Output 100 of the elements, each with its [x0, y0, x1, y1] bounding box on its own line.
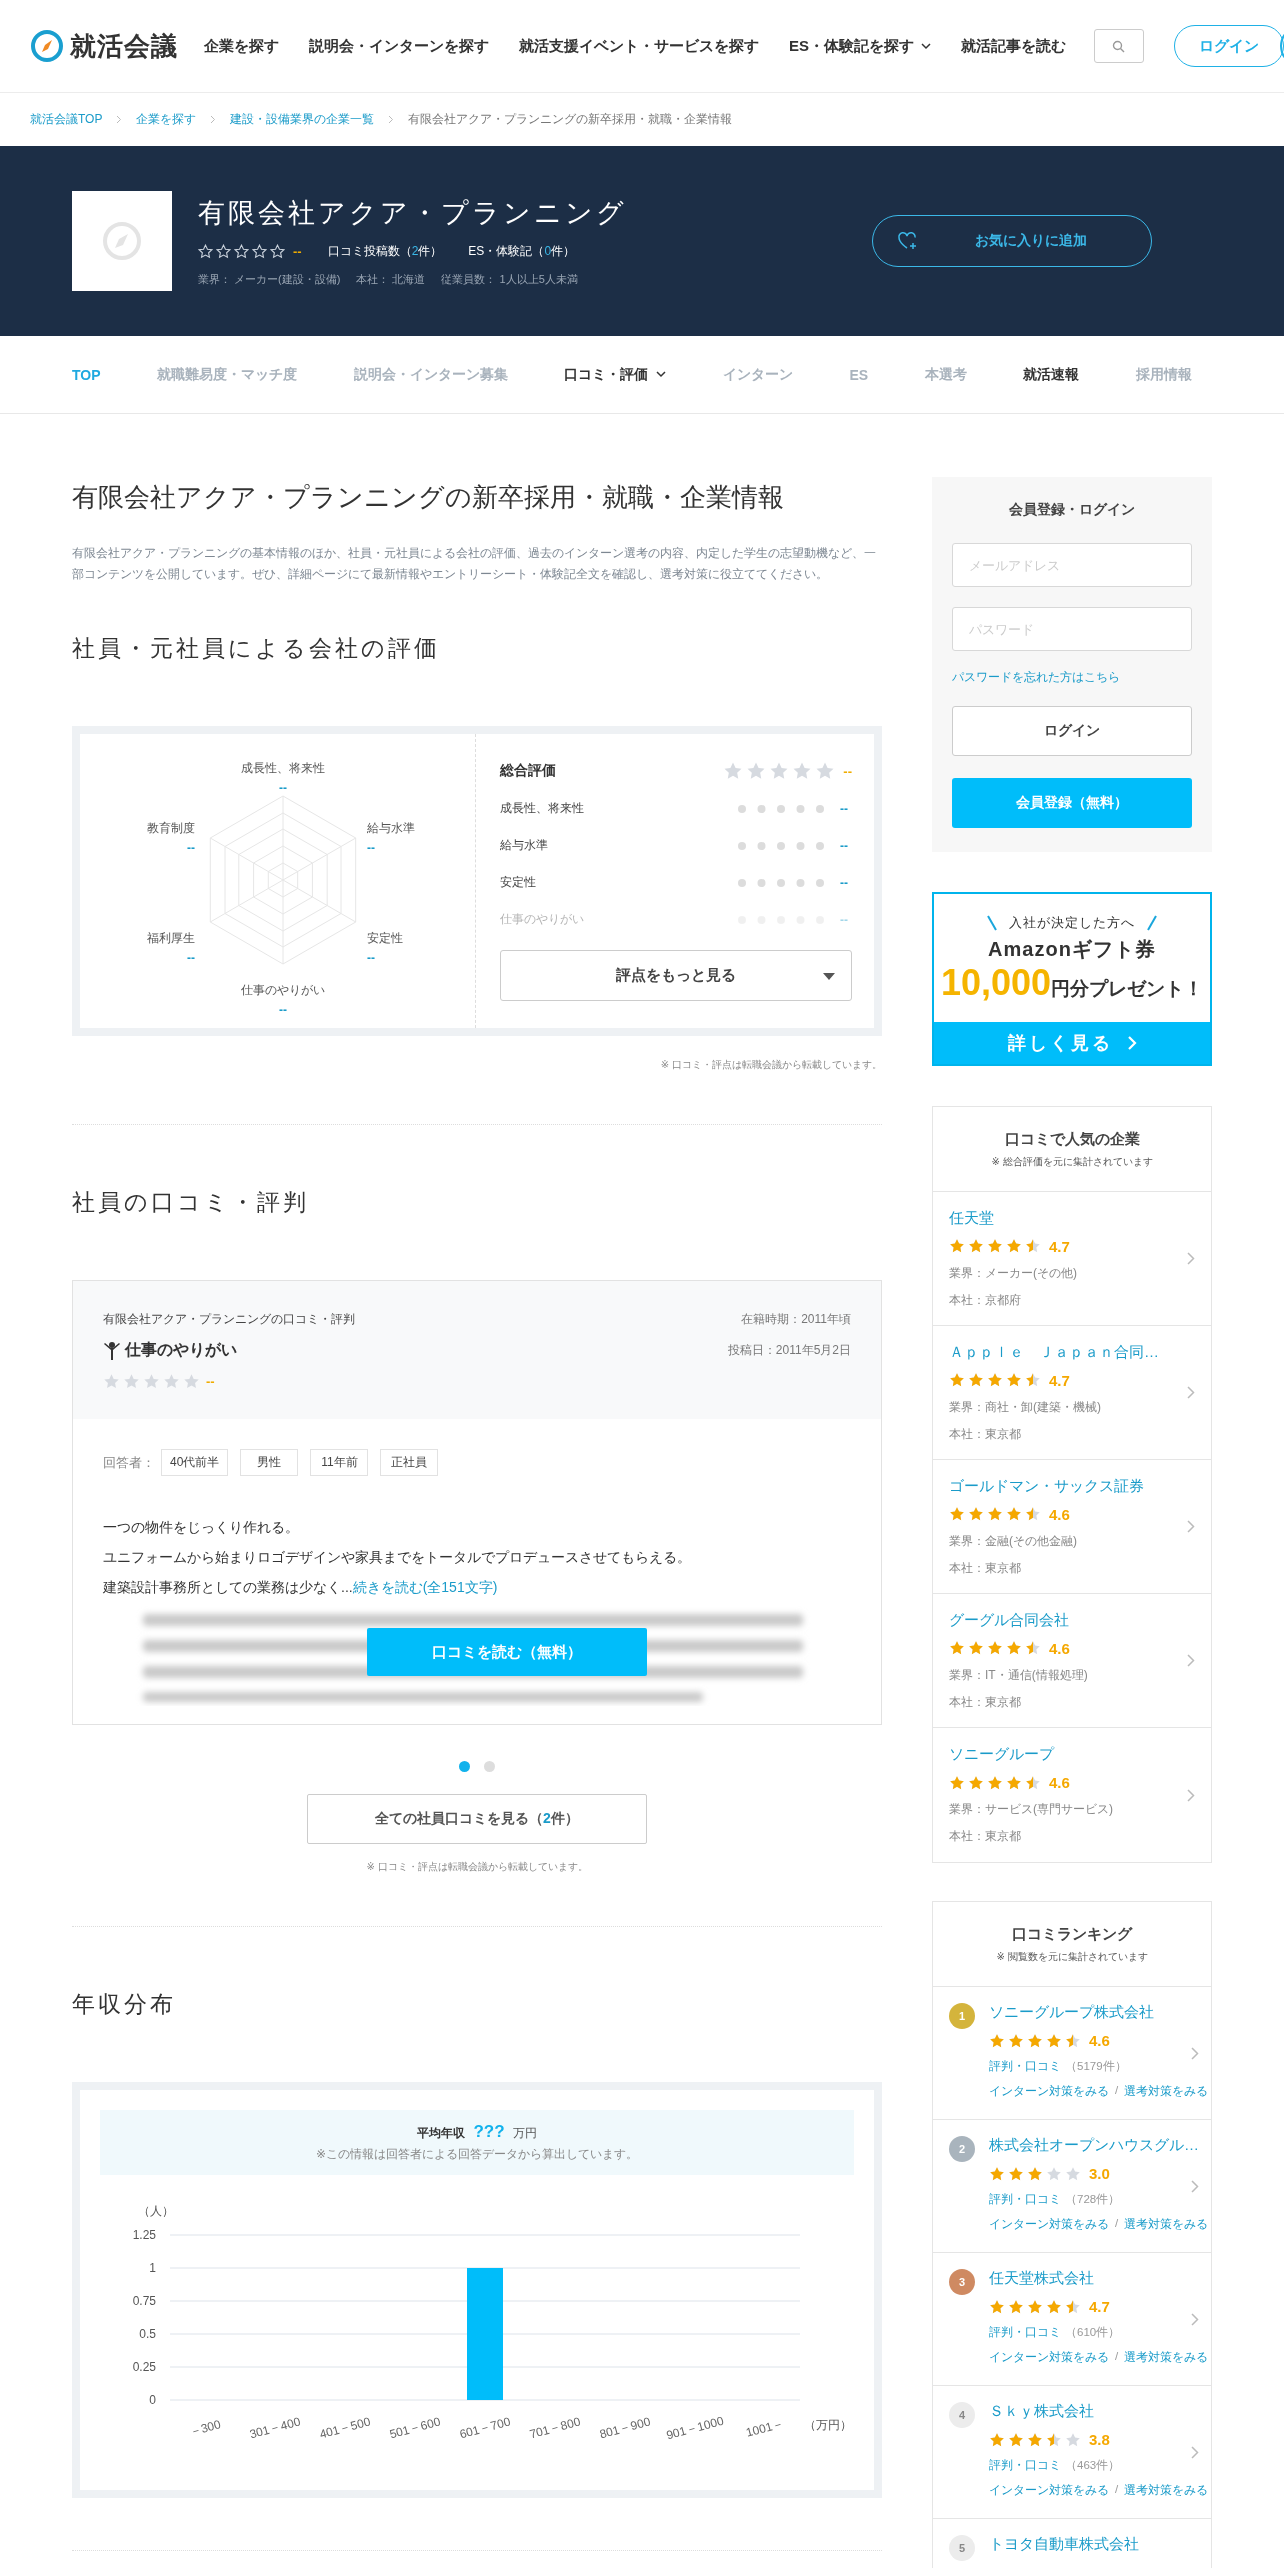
star-icon [989, 2165, 1005, 2182]
intern-link[interactable]: インターン対策をみる [989, 2350, 1109, 2365]
breadcrumb-link[interactable]: 就活会議TOP [30, 111, 103, 128]
chevron-icon [1191, 2180, 1199, 2193]
star-icon [252, 244, 267, 259]
selection-link[interactable]: 選考対策をみる [1124, 2483, 1209, 2498]
review-source: 有限会社アクア・プランニングの口コミ・評判 [103, 1311, 355, 1328]
nav-link[interactable]: 企業を探す [204, 36, 279, 56]
company-link[interactable]: Ｓｋｙ株式会社 [989, 2402, 1209, 2421]
breadcrumb-link[interactable]: 建設・設備業界の企業一覧 [230, 111, 375, 128]
star-icon [989, 2032, 1005, 2049]
company-item[interactable]: 任天堂 4.7 業界：メーカー(その他) 本社：京都府 [933, 1192, 1211, 1326]
promo-cta[interactable]: 詳しく見る [934, 1022, 1210, 1064]
promo-lead: 入社が決定した方へ [1009, 914, 1135, 932]
star-icon [1027, 2032, 1043, 2049]
login-button[interactable]: ログイン [952, 706, 1192, 756]
tab[interactable]: 就活速報 [1023, 365, 1080, 384]
star-icon [1065, 2165, 1081, 2182]
star-icon [989, 2298, 1005, 2315]
count-link[interactable]: 口コミ投稿数（2件） [327, 243, 443, 260]
company-link[interactable]: 任天堂株式会社 [989, 2269, 1209, 2288]
radar-value: -- [186, 841, 195, 855]
nav-link[interactable]: 説明会・インターンを探す [309, 36, 489, 56]
reviews-link[interactable]: 評判・口コミ [989, 2325, 1061, 2340]
company-item[interactable]: ゴールドマン・サックス証券 4.6 業界：金融(その他金融) 本社：東京都 [933, 1460, 1211, 1594]
all-reviews-button[interactable]: 全ての社員口コミを見る（2件） [307, 1794, 647, 1844]
intern-link[interactable]: インターン対策をみる [989, 2217, 1109, 2232]
chevron-icon [1187, 1788, 1195, 1802]
review-count: （5179件） [1065, 2059, 1127, 2074]
breadcrumb-link[interactable]: 企業を探す [136, 111, 197, 128]
company-item[interactable]: ソニーグループ 4.6 業界：サービス(専門サービス) 本社：東京都 [933, 1728, 1211, 1862]
y-tick-label: 0.75 [132, 2294, 156, 2308]
nav-link[interactable]: ES・体験記を探す [789, 36, 931, 56]
selection-link[interactable]: 選考対策をみる [1124, 2350, 1209, 2365]
selection-link[interactable]: 選考対策をみる [1124, 2217, 1209, 2232]
compass-icon [101, 220, 143, 262]
star-icon [1046, 2032, 1062, 2049]
star-icon [1025, 1774, 1041, 1791]
login-button[interactable]: ログイン [1173, 25, 1284, 67]
company-item[interactable]: Ａｐｐｌｅ Ｊａｐａｎ合同… 4.7 業界：商社・卸(建築・機械) 本社：東京都 [933, 1326, 1211, 1460]
more-scores-button[interactable]: 評点をもっと見る [500, 950, 852, 1001]
read-reviews-button[interactable]: 口コミを読む（無料） [367, 1628, 647, 1676]
rating-value: 4.6 [1049, 1639, 1070, 1657]
source-note: ※ 口コミ・評点は転職会議から転載しています。 [659, 1058, 882, 1072]
selection-link[interactable]: 選考対策をみる [1124, 2084, 1209, 2099]
radar-value: -- [367, 951, 376, 965]
register-button[interactable]: 会員登録（無料） [952, 778, 1192, 828]
x-tick-label: 501－600 [388, 2414, 442, 2442]
rating-value: 4.7 [1049, 1237, 1070, 1255]
company-link[interactable]: ソニーグループ [949, 1745, 1187, 1764]
location-text: 本社：東京都 [949, 1693, 1022, 1711]
company-link[interactable]: トヨタ自動車株式会社 [989, 2535, 1199, 2554]
star-icon [1025, 1506, 1041, 1522]
radar-value: -- [278, 781, 288, 795]
page-dot[interactable] [459, 1761, 470, 1772]
separator: / [1115, 2217, 1119, 2231]
star-icon [103, 1373, 120, 1390]
caret-icon [921, 42, 931, 50]
promo-banner[interactable]: 入社が決定した方へ Amazonギフト券 10,000円分プレゼント！ 詳しく見る [932, 892, 1212, 1066]
forgot-password-link[interactable]: パスワードを忘れた方はこちら [952, 669, 1192, 686]
star-icon [1008, 2298, 1024, 2315]
intern-link[interactable]: インターン対策をみる [989, 2084, 1109, 2099]
reviews-link[interactable]: 評判・口コミ [989, 2059, 1061, 2074]
company-link[interactable]: グーグル合同会社 [949, 1610, 1187, 1630]
company-link[interactable]: ゴールドマン・サックス証券 [949, 1476, 1187, 1496]
reviews-link[interactable]: 評判・口コミ [989, 2458, 1061, 2473]
respondent-tag: 男性 [240, 1449, 299, 1476]
page-heading: 有限会社アクア・プランニングの新卒採用・就職・企業情報 [72, 481, 785, 514]
star-icon [198, 244, 213, 259]
site-logo[interactable]: 就活会議 [70, 28, 178, 64]
score-label: 仕事のやりがい [500, 911, 585, 928]
star-icon [1006, 1372, 1022, 1388]
company-link[interactable]: Ａｐｐｌｅ Ｊａｐａｎ合同… [949, 1342, 1187, 1362]
read-more-link[interactable]: 続きを読む(全151文字) [352, 1579, 498, 1595]
search-button[interactable] [1094, 29, 1144, 63]
company-link[interactable]: 株式会社オープンハウスグル… [989, 2136, 1209, 2155]
star-icon [792, 761, 813, 781]
nav-link[interactable]: 就活記事を読む [961, 36, 1066, 56]
slash-icon [1147, 915, 1157, 931]
star-icon [1046, 2165, 1062, 2182]
star-icon [746, 761, 767, 781]
count-link[interactable]: ES・体験記（0件） [468, 243, 576, 260]
promo-text: 円分プレゼント！ [1051, 977, 1204, 1001]
average-unit: 万円 [512, 2125, 537, 2142]
reviews-link[interactable]: 評判・口コミ [989, 2192, 1061, 2207]
nav-link[interactable]: 就活支援イベント・サービスを探す [519, 36, 759, 56]
tab[interactable]: 口コミ・評価 [564, 365, 667, 384]
company-fact: 業界： メーカー(建設・設備) [198, 272, 341, 287]
company-link[interactable]: ソニーグループ株式会社 [989, 2003, 1209, 2022]
company-item[interactable]: グーグル合同会社 4.6 業界：IT・通信(情報処理) 本社：東京都 [933, 1594, 1211, 1728]
company-link[interactable]: 任天堂 [949, 1208, 1187, 1228]
star-icon [1008, 2032, 1024, 2049]
tab[interactable]: TOP [72, 366, 101, 383]
average-label: 平均年収 [417, 2125, 466, 2142]
star-icon [1006, 1640, 1022, 1656]
intern-link[interactable]: インターン対策をみる [989, 2483, 1109, 2498]
chevron-icon [1187, 1386, 1195, 1399]
star-icon [234, 244, 249, 259]
page-dot[interactable] [484, 1761, 495, 1772]
respondent-tag: 11年前 [310, 1449, 369, 1476]
